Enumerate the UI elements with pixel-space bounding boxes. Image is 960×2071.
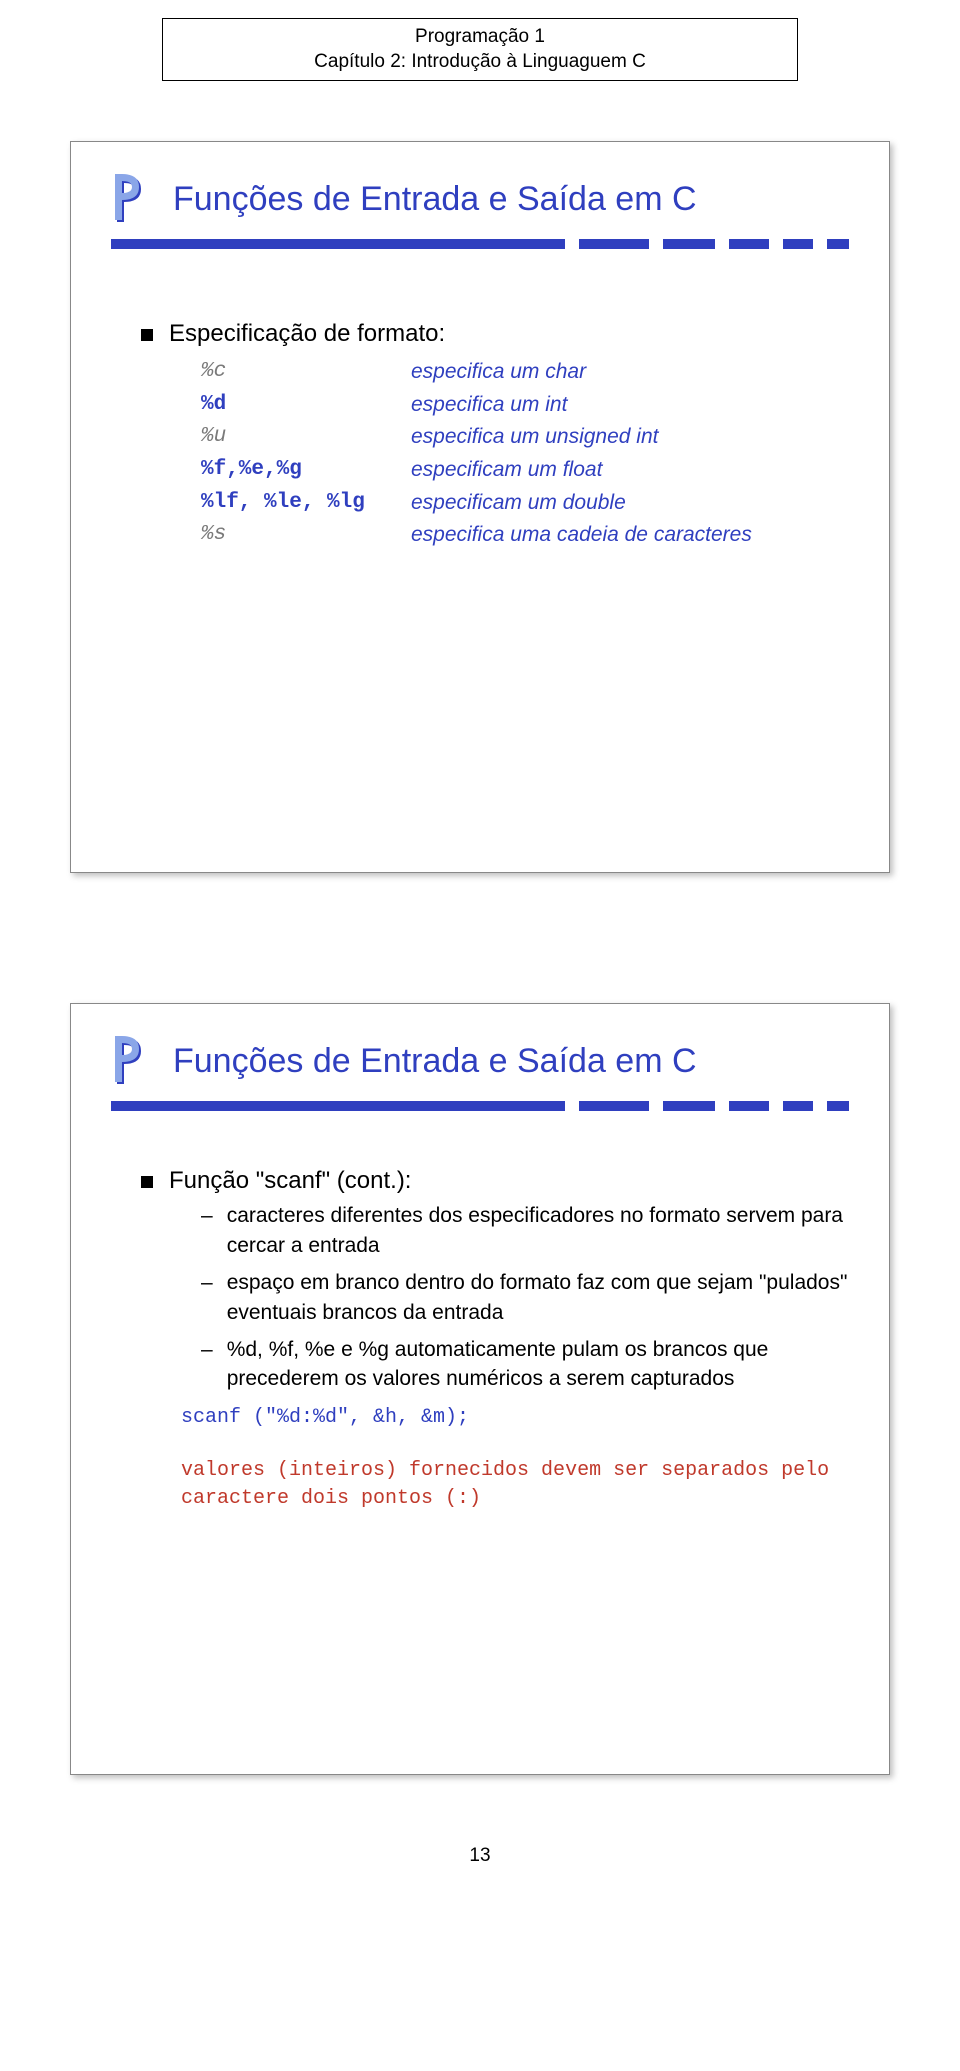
slide-2: Funções de Entrada e Saída em C Função "… [70,1003,890,1775]
fmt-code: %s [201,519,411,552]
dash-icon: – [201,1201,213,1260]
page-number: 13 [0,1845,960,1897]
sub-item-text: espaço em branco dentro do formato faz c… [227,1268,849,1327]
slide2-title: Funções de Entrada e Saída em C [173,1042,697,1081]
slide1-bullet-text: Especificação de formato: [169,320,445,348]
header-line1: Programação 1 [175,25,785,50]
dash-icon: – [201,1268,213,1327]
table-row: %s especifica uma cadeia de caracteres [201,519,849,552]
slide1-stripe [111,238,849,250]
dash-icon: – [201,1335,213,1394]
fmt-code: %f,%e,%g [201,454,411,487]
table-row: %c especifica um char [201,356,849,389]
logo-icon [111,1034,153,1088]
header-line2: Capítulo 2: Introdução à Linguaguem C [175,50,785,75]
code-sample: scanf ("%d:%d", &h, &m); [181,1406,849,1429]
table-row: %u especifica um unsigned int [201,421,849,454]
bullet-square-icon [141,1176,153,1188]
code-note: valores (inteiros) fornecidos devem ser … [181,1457,849,1513]
sub-item-text: %d, %f, %e e %g automaticamente pulam os… [227,1335,849,1394]
list-item: – %d, %f, %e e %g automaticamente pulam … [201,1335,849,1394]
page-header: Programação 1 Capítulo 2: Introdução à L… [162,18,798,81]
sub-item-text: caracteres diferentes dos especificadore… [227,1201,849,1260]
slide2-title-row: Funções de Entrada e Saída em C [111,1034,849,1088]
list-item: – espaço em branco dentro do formato faz… [201,1268,849,1327]
table-row: %lf, %le, %lg especificam um double [201,487,849,520]
fmt-code: %u [201,421,411,454]
fmt-desc: especifica um unsigned int [411,421,658,454]
slide1-title-row: Funções de Entrada e Saída em C [111,172,849,226]
fmt-desc: especifica um int [411,389,567,422]
table-row: %d especifica um int [201,389,849,422]
slide2-bullet: Função "scanf" (cont.): [141,1167,849,1195]
fmt-code: %c [201,356,411,389]
slide1-body: Especificação de formato: %c especifica … [141,320,849,551]
format-table: %c especifica um char %d especifica um i… [201,356,849,551]
slide1-title: Funções de Entrada e Saída em C [173,180,697,219]
note-line1: valores (inteiros) fornecidos devem ser … [181,1459,829,1482]
fmt-desc: especificam um float [411,454,602,487]
fmt-code: %d [201,389,411,422]
fmt-desc: especifica uma cadeia de caracteres [411,519,752,552]
slide2-body: Função "scanf" (cont.): – caracteres dif… [141,1167,849,1512]
slide2-bullet-text: Função "scanf" (cont.): [169,1167,411,1195]
note-line2: caractere dois pontos (:) [181,1487,481,1510]
fmt-desc: especifica um char [411,356,586,389]
slide2-sublist: – caracteres diferentes dos especificado… [201,1201,849,1393]
bullet-square-icon [141,329,153,341]
slide2-stripe [111,1100,849,1112]
logo-icon [111,172,153,226]
slide1-bullet: Especificação de formato: [141,320,849,348]
list-item: – caracteres diferentes dos especificado… [201,1201,849,1260]
table-row: %f,%e,%g especificam um float [201,454,849,487]
fmt-desc: especificam um double [411,487,626,520]
fmt-code: %lf, %le, %lg [201,487,411,520]
slide-1: Funções de Entrada e Saída em C Especifi… [70,141,890,873]
